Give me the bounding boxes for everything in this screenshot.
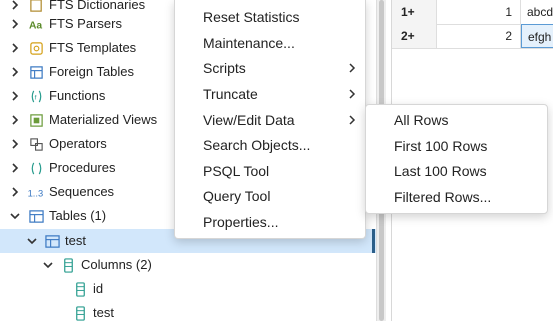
submenu-item-label: First 100 Rows [394,138,488,154]
submenu-item-last-100-rows[interactable]: Last 100 Rows [366,158,547,184]
menu-item-label: Truncate [203,86,258,102]
cell-id[interactable]: 1 [437,0,521,24]
tree-item-columns[interactable]: Columns (2) [0,253,376,277]
menu-item-scripts[interactable]: Scripts [175,55,365,81]
tree-item-label: Functions [49,88,106,103]
tree-item-column-test[interactable]: test [0,301,376,321]
chevron-right-icon[interactable] [8,156,22,180]
chevron-down-icon[interactable] [25,229,39,253]
menu-item-label: View/Edit Data [203,112,295,128]
tree-item-label: Procedures [49,160,116,175]
chevron-right-icon [349,89,356,99]
chevron-right-icon[interactable] [8,132,22,156]
submenu-item-first-100-rows[interactable]: First 100 Rows [366,133,547,159]
context-menu: Reset Statistics Maintenance... Scripts … [174,0,366,239]
view-edit-data-submenu: All Rows First 100 Rows Last 100 Rows Fi… [365,104,548,214]
table-row[interactable]: 2+ 2 efgh [392,24,553,49]
tree-item-label: test [65,233,86,248]
menu-item-search-objects[interactable]: Search Objects... [175,132,365,158]
menu-item-query-tool[interactable]: Query Tool [175,183,365,209]
table-icon [44,233,60,249]
fts-parser-icon: Aa [28,16,44,32]
chevron-down-icon[interactable] [8,204,22,228]
tree-item-label: id [93,281,104,296]
chevron-down-icon[interactable] [41,253,55,277]
cell-test[interactable]: efgh [521,24,553,48]
cell-id[interactable]: 2 [437,24,521,48]
row-header[interactable]: 2+ [392,24,437,48]
submenu-item-all-rows[interactable]: All Rows [366,107,547,133]
menu-item-label: Maintenance... [203,35,295,51]
chevron-right-icon[interactable] [8,12,22,36]
sequence-icon: 1..3 [27,184,46,200]
menu-item-label: Reset Statistics [203,9,300,25]
menu-item-label: Search Objects... [203,137,311,153]
tree-item-label: Columns (2) [81,257,152,272]
procedure-icon [28,160,44,176]
function-icon: f [28,88,44,104]
tree-item-label: FTS Parsers [49,16,122,31]
cell-test[interactable]: abcd [521,0,553,24]
tree-item-label: Sequences [49,184,115,199]
tables-icon [28,208,44,224]
tree-item-label: test [93,305,114,320]
tree-item-label: Tables (1) [49,208,107,223]
menu-item-reset-statistics[interactable]: Reset Statistics [175,4,365,30]
tree-item-label: Materialized Views [49,112,158,127]
menu-item-maintenance[interactable]: Maintenance... [175,30,365,56]
chevron-right-icon[interactable] [8,180,22,204]
column-icon [72,305,88,321]
chevron-right-icon[interactable] [8,36,22,60]
chevron-right-icon[interactable] [8,84,22,108]
submenu-item-label: Last 100 Rows [394,163,487,179]
tree-item-label: FTS Templates [49,40,137,55]
tree-item-label: Operators [49,136,107,151]
table-row[interactable]: 1+ 1 abcd [392,0,553,25]
svg-text:Aa: Aa [29,20,42,31]
menu-item-properties[interactable]: Properties... [175,209,365,235]
menu-item-label: PSQL Tool [203,163,270,179]
menu-item-label: Properties... [203,214,279,230]
chevron-right-icon[interactable] [8,108,22,132]
menu-item-label: Query Tool [203,188,271,204]
foreign-table-icon [28,64,44,80]
column-icon [72,281,88,297]
operator-icon [28,136,44,152]
submenu-item-label: All Rows [394,112,449,128]
tree-item-column-id[interactable]: id [0,277,376,301]
materialized-view-icon [28,112,44,128]
menu-item-psql-tool[interactable]: PSQL Tool [175,158,365,184]
chevron-right-icon [349,115,356,125]
svg-text:f: f [34,94,36,101]
submenu-item-filtered-rows[interactable]: Filtered Rows... [366,184,547,210]
chevron-right-icon[interactable] [8,60,22,84]
svg-text:1..3: 1..3 [28,188,44,198]
tree-item-label: Foreign Tables [49,64,135,79]
fts-template-icon [28,40,44,56]
menu-item-view-edit-data[interactable]: View/Edit Data [175,107,365,133]
columns-icon [60,257,76,273]
row-header[interactable]: 1+ [392,0,437,24]
submenu-item-label: Filtered Rows... [394,189,492,205]
menu-item-truncate[interactable]: Truncate [175,81,365,107]
chevron-right-icon [349,63,356,73]
menu-item-label: Scripts [203,60,246,76]
selection-indicator [372,229,375,253]
